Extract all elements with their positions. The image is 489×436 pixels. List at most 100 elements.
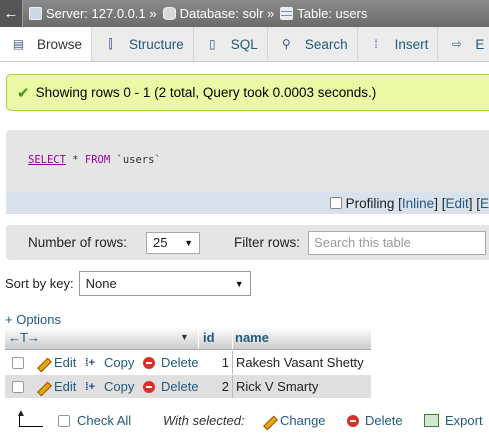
delete-row-button[interactable]: Delete xyxy=(143,355,199,370)
export-label: Export xyxy=(445,413,483,428)
checkmark-icon: ✔ xyxy=(17,84,30,102)
tab-sql[interactable]: ▯ SQL xyxy=(194,27,268,61)
cell-name[interactable]: Rakesh Vasant Shetty xyxy=(236,355,364,370)
pencil-icon xyxy=(261,414,275,428)
breadcrumb-table[interactable]: Table: users xyxy=(280,6,367,21)
sql-table-name: `users` xyxy=(110,154,161,166)
edit-row-button[interactable]: Edit xyxy=(35,379,76,394)
filter-rows-label: Filter rows: xyxy=(234,235,301,250)
breadcrumb-database-label: Database: solr » xyxy=(179,6,275,21)
edit-row-button[interactable]: Edit xyxy=(35,355,76,370)
chevron-down-icon[interactable]: ▼ xyxy=(180,332,189,342)
server-icon xyxy=(29,7,42,20)
sql-select-keyword[interactable]: SELECT xyxy=(28,154,66,166)
tab-browse-label: Browse xyxy=(37,36,83,52)
cell-id[interactable]: 2 xyxy=(203,379,229,394)
tab-structure-label: Structure xyxy=(129,36,184,52)
delete-row-button[interactable]: Delete xyxy=(143,379,199,394)
table-row: Edit ⁞+ Copy Delete 1 Rakesh Vasant Shet… xyxy=(5,351,371,374)
sql-star: * xyxy=(65,154,85,166)
edit-label: Edit xyxy=(54,355,77,370)
change-button[interactable]: Change xyxy=(261,413,326,428)
column-divider xyxy=(198,327,199,349)
delete-selected-button[interactable]: Delete xyxy=(347,413,403,428)
success-message: ✔ Showing rows 0 - 1 (2 total, Query too… xyxy=(6,74,489,111)
copy-icon: ⁞+ xyxy=(85,380,96,393)
sort-by-key: Sort by key: None ▼ xyxy=(5,271,251,296)
sort-by-key-value: None xyxy=(85,276,117,291)
row-checkbox[interactable] xyxy=(12,381,24,393)
browse-icon: ▤ xyxy=(12,36,25,51)
cell-id[interactable]: 1 xyxy=(203,355,229,370)
copy-label: Copy xyxy=(104,355,135,370)
table-icon xyxy=(280,7,294,20)
bracket-close: ] [ xyxy=(468,195,480,211)
delete-selected-label: Delete xyxy=(365,413,403,428)
sql-query[interactable]: SELECT * FROM `users` xyxy=(28,154,161,166)
tab-insert[interactable]: ⁞ Insert xyxy=(358,27,439,61)
breadcrumb-server[interactable]: Server: 127.0.0.1 » xyxy=(29,6,157,21)
table-row: Edit ⁞+ Copy Delete 2 Rick V Smarty xyxy=(5,375,371,398)
delete-icon xyxy=(347,414,359,427)
sort-by-key-select[interactable]: None ▼ xyxy=(78,271,251,296)
pencil-icon xyxy=(35,380,49,394)
export-icon: ⇨ xyxy=(451,36,462,51)
insert-icon: ⁞ xyxy=(374,36,378,51)
tab-export-label: E xyxy=(475,36,485,52)
database-icon xyxy=(162,7,176,20)
tab-insert-label: Insert xyxy=(394,36,429,52)
chevron-down-icon: ▼ xyxy=(184,237,194,248)
search-icon: ⚲ xyxy=(281,36,291,51)
row-checkbox[interactable] xyxy=(12,357,24,369)
navigation-bar: Number of rows: 25 ▼ Filter rows: Search… xyxy=(6,225,489,260)
with-selected-label: With selected: xyxy=(163,413,245,428)
tab-export[interactable]: ⇨ E xyxy=(438,27,489,61)
tab-bar: ▤ Browse ⫿ Structure ▯ SQL ⚲ Search ⁞ In… xyxy=(0,27,489,62)
tab-structure[interactable]: ⫿ Structure xyxy=(92,27,194,61)
breadcrumb-server-label: Server: 127.0.0.1 » xyxy=(46,6,157,21)
success-message-text: Showing rows 0 - 1 (2 total, Query took … xyxy=(35,85,377,100)
column-header-name[interactable]: name xyxy=(235,330,269,345)
bulk-actions-bar: ▲ Check All With selected: Change Delete… xyxy=(0,408,489,432)
check-all-link[interactable]: Check All xyxy=(77,413,131,428)
check-all-checkbox[interactable] xyxy=(58,415,70,427)
copy-row-button[interactable]: ⁞+ Copy xyxy=(85,379,134,394)
column-divider xyxy=(232,375,233,398)
sql-query-box: SELECT * FROM `users` xyxy=(6,130,489,192)
column-arrows-icon[interactable]: ←T→ xyxy=(8,330,40,345)
sql-from-keyword: FROM xyxy=(84,154,111,166)
breadcrumb: ← Server: 127.0.0.1 » Database: solr » T… xyxy=(0,0,489,27)
profiling-bar: Profiling [ Inline ] [ Edit ] [ E xyxy=(6,192,489,214)
edit-label: Edit xyxy=(54,379,77,394)
filter-rows-placeholder: Search this table xyxy=(314,235,411,250)
delete-icon xyxy=(143,380,155,393)
column-header-id[interactable]: id xyxy=(203,330,215,345)
edit-query-link[interactable]: Edit xyxy=(445,196,468,211)
back-arrow-icon[interactable]: ← xyxy=(0,0,23,27)
profiling-checkbox[interactable] xyxy=(329,197,342,209)
copy-label: Copy xyxy=(104,379,135,394)
export-button[interactable]: Export xyxy=(424,413,483,428)
inline-link[interactable]: Inline xyxy=(402,196,434,211)
filter-rows-input[interactable]: Search this table xyxy=(308,230,487,255)
delete-label: Delete xyxy=(161,379,199,394)
options-link[interactable]: + Options xyxy=(5,312,61,327)
cell-name[interactable]: Rick V Smarty xyxy=(236,379,318,394)
explain-link[interactable]: E xyxy=(480,196,489,211)
tab-search[interactable]: ⚲ Search xyxy=(268,27,358,61)
number-of-rows-label: Number of rows: xyxy=(28,235,128,250)
tab-browse[interactable]: ▤ Browse xyxy=(0,27,93,61)
sort-by-key-label: Sort by key: xyxy=(5,276,74,291)
export-icon xyxy=(424,414,439,427)
copy-row-button[interactable]: ⁞+ Copy xyxy=(85,355,134,370)
tab-search-label: Search xyxy=(304,36,348,52)
change-label: Change xyxy=(280,413,326,428)
breadcrumb-database[interactable]: Database: solr » xyxy=(162,6,275,21)
number-of-rows-select[interactable]: 25 ▼ xyxy=(146,231,201,254)
bracket-mid: ] [ xyxy=(434,195,446,211)
profiling-label: Profiling xyxy=(345,195,395,211)
sql-icon: ▯ xyxy=(208,36,216,51)
breadcrumb-table-label: Table: users xyxy=(297,6,368,21)
chevron-down-icon: ▼ xyxy=(234,278,244,289)
column-divider xyxy=(232,327,233,349)
